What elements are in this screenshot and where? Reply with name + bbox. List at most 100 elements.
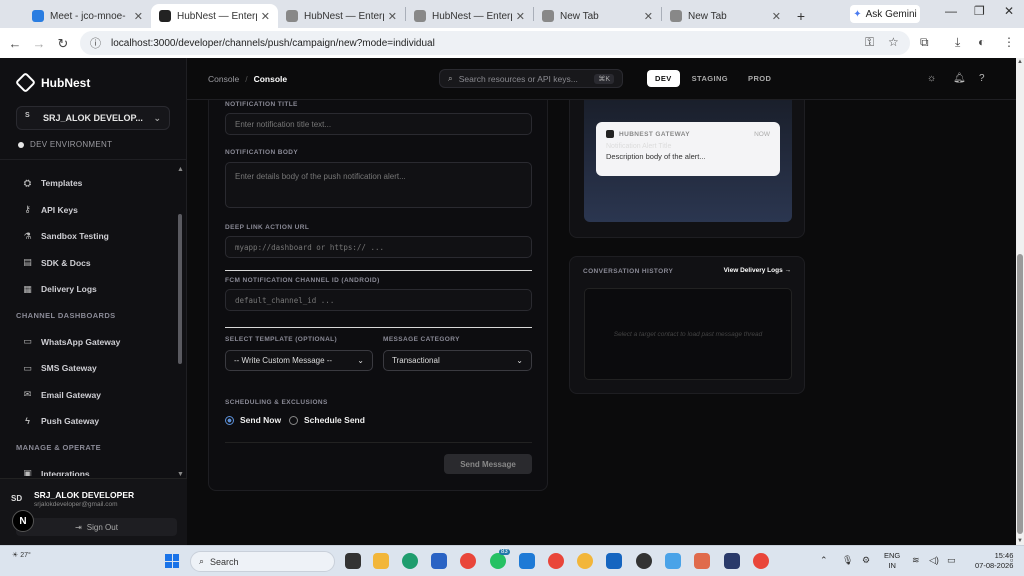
scroll-down-icon[interactable]: ▼ bbox=[1017, 538, 1023, 544]
reload-icon[interactable]: ↻ bbox=[51, 36, 75, 52]
sidebar-item-integrations[interactable]: ▣ Integrations bbox=[0, 461, 176, 476]
scroll-down-icon[interactable]: ▼ bbox=[177, 471, 184, 478]
globe-icon bbox=[159, 10, 171, 22]
download-icon[interactable]: ⤓ bbox=[955, 35, 960, 50]
category-select[interactable]: Transactional ⌄ bbox=[383, 350, 532, 371]
sidebar-item-api-keys[interactable]: ⚷ API Keys bbox=[0, 197, 176, 224]
breadcrumb-root[interactable]: Console bbox=[208, 74, 239, 84]
browser-tab[interactable]: New Tab ✕ bbox=[534, 4, 661, 28]
chrome-icon[interactable] bbox=[753, 553, 769, 569]
env-tab-prod[interactable]: PROD bbox=[740, 70, 779, 87]
site-info-icon[interactable]: ⓘ bbox=[90, 35, 101, 51]
sidebar-item-sandbox-testing[interactable]: ⚗ Sandbox Testing bbox=[0, 223, 176, 250]
windows-start-icon[interactable] bbox=[165, 554, 179, 568]
template-select[interactable]: -- Write Custom Message -- ⌄ bbox=[225, 350, 373, 371]
notification-center-icon[interactable]: ▫ bbox=[1010, 555, 1013, 565]
weather-widget[interactable]: ☀ 27° bbox=[12, 551, 31, 559]
sidebar-item-whatsapp-gateway[interactable]: ▭ WhatsApp Gateway bbox=[0, 329, 176, 356]
chrome-icon[interactable] bbox=[460, 553, 476, 569]
next-devtools-icon[interactable]: N bbox=[12, 510, 34, 532]
whatsapp-icon[interactable] bbox=[490, 553, 506, 569]
scroll-up-icon[interactable]: ▲ bbox=[177, 166, 184, 173]
preview-title: Notification Alert Title bbox=[606, 143, 672, 150]
battery-icon[interactable]: ▭ bbox=[947, 555, 956, 566]
extensions-icon[interactable]: ⧉ bbox=[920, 35, 929, 50]
store-icon[interactable] bbox=[431, 553, 447, 569]
schedule-send-radio[interactable]: Schedule Send bbox=[289, 415, 365, 425]
sidebar-item-sdk-docs[interactable]: ▤ SDK & Docs bbox=[0, 250, 176, 277]
page-scroll-thumb[interactable] bbox=[1017, 254, 1023, 534]
close-tab-icon[interactable]: ✕ bbox=[772, 10, 781, 23]
vscode-icon[interactable] bbox=[519, 553, 535, 569]
app-icon[interactable] bbox=[724, 553, 740, 569]
restore-icon[interactable]: ❐ bbox=[974, 4, 985, 18]
view-delivery-logs-link[interactable]: View Delivery Logs → bbox=[724, 267, 791, 274]
wifi-icon[interactable]: ≋ bbox=[912, 555, 920, 566]
browser-tab[interactable]: HubNest — Enterprise ✕ bbox=[406, 4, 533, 28]
sidebar-item-delivery-logs[interactable]: ▦ Delivery Logs bbox=[0, 276, 176, 303]
profile-icon[interactable]: ◐ bbox=[978, 35, 985, 49]
bell-icon[interactable]: 🔔︎ bbox=[953, 73, 966, 84]
edge-icon[interactable] bbox=[402, 553, 418, 569]
new-tab-button[interactable]: + bbox=[789, 4, 813, 28]
global-search-input[interactable]: ⌕ Search resources or API keys... ⌘K bbox=[439, 69, 623, 88]
account-switcher[interactable]: S SRJ_ALOK DEVELOP... ⌄ bbox=[16, 106, 170, 130]
deeplink-url-input[interactable]: myapp://dashboard or https:// ... bbox=[225, 236, 532, 258]
sidebar-item-push-gateway[interactable]: ϟ Push Gateway bbox=[0, 408, 176, 435]
brand-logo[interactable]: HubNest bbox=[14, 71, 90, 94]
browser-tab[interactable]: New Tab ✕ bbox=[662, 4, 789, 28]
volume-icon[interactable]: ◁) bbox=[929, 555, 939, 566]
env-tab-staging[interactable]: STAGING bbox=[684, 70, 736, 87]
sidebar-scroll-thumb[interactable] bbox=[178, 214, 182, 364]
password-key-icon[interactable]: ⚿ bbox=[865, 35, 874, 50]
env-tab-dev[interactable]: DEV bbox=[647, 70, 680, 87]
send-message-button[interactable]: Send Message bbox=[444, 454, 532, 474]
sidebar-scrollbar[interactable]: ▲ ▼ bbox=[176, 166, 184, 478]
chrome-icon[interactable] bbox=[548, 553, 564, 569]
settings-icon[interactable]: ⚙ bbox=[862, 555, 870, 566]
browser-tab[interactable]: HubNest — Enterprise ✕ bbox=[278, 4, 405, 28]
language-indicator[interactable]: ENG IN bbox=[884, 551, 900, 571]
claude-icon[interactable] bbox=[694, 553, 710, 569]
close-tab-icon[interactable]: ✕ bbox=[516, 10, 525, 23]
chat-icon: ▭ bbox=[23, 336, 32, 347]
app-icon[interactable] bbox=[665, 553, 681, 569]
weather-icon: ☀ bbox=[12, 552, 19, 559]
file-explorer-icon[interactable] bbox=[373, 553, 389, 569]
notification-body-textarea[interactable]: Enter details body of the push notificat… bbox=[225, 162, 532, 208]
ask-gemini-button[interactable]: ✦ Ask Gemini bbox=[850, 5, 920, 23]
taskbar-search[interactable]: ⌕ Search bbox=[190, 551, 335, 572]
forward-icon[interactable]: → bbox=[27, 36, 51, 51]
page-scrollbar[interactable]: ▲ ▼ bbox=[1016, 58, 1024, 545]
fcm-channel-id-input[interactable]: default_channel_id ... bbox=[225, 289, 532, 311]
sidebar-divider bbox=[0, 159, 187, 160]
sidebar-item-email-gateway[interactable]: ✉ Email Gateway bbox=[0, 382, 176, 409]
browser-tab[interactable]: HubNest — Enterprise ✕ bbox=[151, 4, 278, 28]
close-tab-icon[interactable]: ✕ bbox=[134, 10, 143, 23]
notification-title-input[interactable]: Enter notification title text... bbox=[225, 113, 532, 135]
chevron-up-icon[interactable]: ⌃ bbox=[820, 555, 828, 566]
menu-dots-icon[interactable]: ⋮ bbox=[1003, 35, 1015, 49]
chatgpt-icon[interactable] bbox=[636, 553, 652, 569]
app-icon[interactable] bbox=[606, 553, 622, 569]
close-tab-icon[interactable]: ✕ bbox=[644, 10, 653, 23]
theme-toggle-icon[interactable]: ☼ bbox=[927, 73, 936, 84]
close-tab-icon[interactable]: ✕ bbox=[261, 10, 270, 23]
task-view-icon[interactable] bbox=[345, 553, 361, 569]
close-window-icon[interactable]: ✕ bbox=[1004, 4, 1014, 18]
minimize-icon[interactable]: — bbox=[945, 4, 957, 18]
bookmark-star-icon[interactable]: ☆ bbox=[888, 35, 899, 49]
help-icon[interactable]: ? bbox=[979, 73, 985, 84]
microphone-icon[interactable]: 🎙︎ bbox=[842, 555, 853, 566]
sidebar-item-templates[interactable]: ⛭ Templates bbox=[0, 170, 176, 197]
sign-out-button[interactable]: ⇥ Sign Out bbox=[16, 518, 177, 536]
chrome-profile-icon[interactable] bbox=[577, 553, 593, 569]
system-clock[interactable]: 15:46 07-08-2026 bbox=[975, 551, 1013, 571]
sidebar-item-sms-gateway[interactable]: ▭ SMS Gateway bbox=[0, 355, 176, 382]
url-field[interactable]: ⓘ localhost:3000/developer/channels/push… bbox=[80, 31, 910, 55]
scroll-up-icon[interactable]: ▲ bbox=[1017, 59, 1023, 65]
browser-tab[interactable]: Meet - jco-mnoe- ✕ bbox=[24, 4, 151, 28]
back-icon[interactable]: ← bbox=[3, 36, 27, 51]
close-tab-icon[interactable]: ✕ bbox=[388, 10, 397, 23]
send-now-radio[interactable]: Send Now bbox=[225, 415, 281, 425]
